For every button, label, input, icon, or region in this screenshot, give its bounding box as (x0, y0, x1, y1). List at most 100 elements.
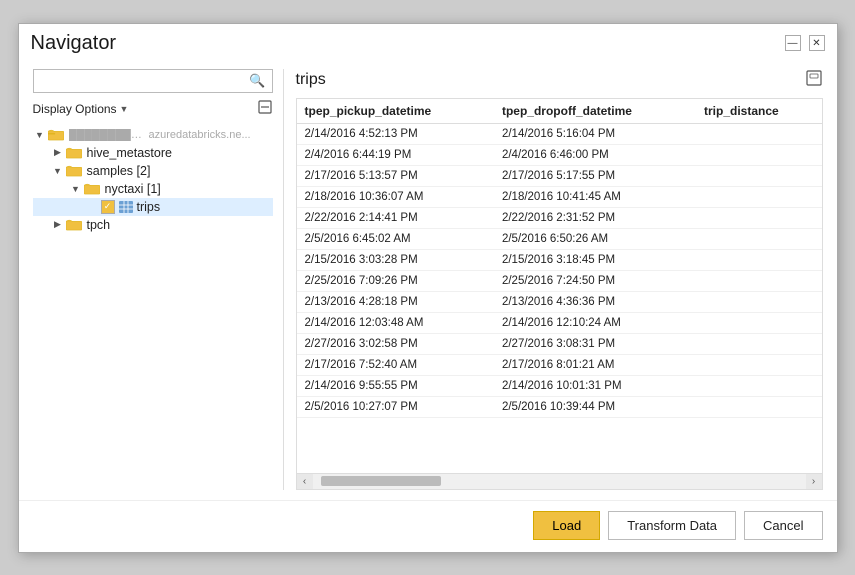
cell-dropoff: 2/14/2016 5:16:04 PM (494, 123, 696, 144)
col-header-pickup: tpep_pickup_datetime (297, 99, 494, 124)
search-icon: 🔍 (249, 73, 265, 89)
cell-dropoff: 2/17/2016 5:17:55 PM (494, 165, 696, 186)
cell-pickup: 2/25/2016 7:09:26 PM (297, 270, 494, 291)
cell-dropoff: 2/4/2016 6:46:00 PM (494, 144, 696, 165)
cell-distance (696, 291, 822, 312)
cell-pickup: 2/5/2016 10:27:07 PM (297, 396, 494, 417)
window-controls: — ✕ (785, 35, 825, 51)
tree-root-label: ████████████ (69, 129, 149, 141)
table-row: 2/15/2016 3:03:28 PM2/15/2016 3:18:45 PM (297, 249, 822, 270)
cell-distance (696, 354, 822, 375)
table-row: 2/14/2016 4:52:13 PM2/14/2016 5:16:04 PM (297, 123, 822, 144)
search-input[interactable] (40, 74, 246, 88)
tree-label-tpch: tpch (87, 218, 111, 232)
table-row: 2/22/2016 2:14:41 PM2/22/2016 2:31:52 PM (297, 207, 822, 228)
cell-dropoff: 2/13/2016 4:36:36 PM (494, 291, 696, 312)
table-row: 2/5/2016 10:27:07 PM2/5/2016 10:39:44 PM (297, 396, 822, 417)
cell-pickup: 2/5/2016 6:45:02 AM (297, 228, 494, 249)
cancel-button[interactable]: Cancel (744, 511, 822, 540)
preview-header: trips (296, 69, 823, 92)
cell-pickup: 2/15/2016 3:03:28 PM (297, 249, 494, 270)
refresh-icon-button[interactable] (257, 99, 273, 120)
footer: Load Transform Data Cancel (19, 500, 837, 552)
transform-data-button[interactable]: Transform Data (608, 511, 736, 540)
table-row: 2/27/2016 3:02:58 PM2/27/2016 3:08:31 PM (297, 333, 822, 354)
right-panel: trips tpep_pickup_datetime tpep_dropoff_… (283, 69, 823, 490)
cell-distance (696, 249, 822, 270)
cell-dropoff: 2/18/2016 10:41:45 AM (494, 186, 696, 207)
trips-checkbox[interactable]: ✓ (101, 200, 115, 214)
data-table-wrapper: tpep_pickup_datetime tpep_dropoff_dateti… (296, 98, 823, 474)
col-header-distance: trip_distance (696, 99, 822, 124)
load-button[interactable]: Load (533, 511, 600, 540)
left-panel: 🔍 Display Options ▼ (33, 69, 273, 490)
tree-toggle-tpch: ▶ (51, 219, 65, 230)
close-button[interactable]: ✕ (809, 35, 825, 51)
cell-dropoff: 2/17/2016 8:01:21 AM (494, 354, 696, 375)
table-body: 2/14/2016 4:52:13 PM2/14/2016 5:16:04 PM… (297, 123, 822, 417)
tree-item-samples[interactable]: ▼ samples [2] (33, 162, 273, 180)
table-icon-trips (119, 201, 133, 213)
cell-distance (696, 312, 822, 333)
table-row: 2/5/2016 6:45:02 AM2/5/2016 6:50:26 AM (297, 228, 822, 249)
minimize-button[interactable]: — (785, 35, 801, 51)
cell-pickup: 2/14/2016 9:55:55 PM (297, 375, 494, 396)
scroll-right-button[interactable]: › (806, 473, 822, 489)
refresh-icon (257, 99, 273, 115)
tree-item-tpch[interactable]: ▶ tpch (33, 216, 273, 234)
data-table: tpep_pickup_datetime tpep_dropoff_dateti… (297, 99, 822, 418)
cell-dropoff: 2/5/2016 6:50:26 AM (494, 228, 696, 249)
cell-pickup: 2/17/2016 7:52:40 AM (297, 354, 494, 375)
table-row: 2/14/2016 9:55:55 PM2/14/2016 10:01:31 P… (297, 375, 822, 396)
table-row: 2/17/2016 5:13:57 PM2/17/2016 5:17:55 PM (297, 165, 822, 186)
folder-icon-hive (65, 146, 83, 160)
tree-toggle-hive: ▶ (51, 147, 65, 158)
tree-toggle-root: ▼ (33, 130, 47, 140)
tree-item-nyctaxi[interactable]: ▼ nyctaxi [1] (33, 180, 273, 198)
window-title: Navigator (31, 32, 117, 55)
preview-expand-button[interactable] (805, 69, 823, 92)
cell-pickup: 2/27/2016 3:02:58 PM (297, 333, 494, 354)
cell-distance (696, 165, 822, 186)
table-row: 2/18/2016 10:36:07 AM2/18/2016 10:41:45 … (297, 186, 822, 207)
cell-pickup: 2/18/2016 10:36:07 AM (297, 186, 494, 207)
tree-label-nyctaxi: nyctaxi [1] (105, 182, 161, 196)
table-row: 2/17/2016 7:52:40 AM2/17/2016 8:01:21 AM (297, 354, 822, 375)
folder-icon-samples (65, 164, 83, 178)
tree-root-suffix: azuredatabricks.ne... (149, 129, 251, 141)
cell-distance (696, 123, 822, 144)
table-header-row: tpep_pickup_datetime tpep_dropoff_dateti… (297, 99, 822, 124)
table-row: 2/13/2016 4:28:18 PM2/13/2016 4:36:36 PM (297, 291, 822, 312)
tree-item-hive_metastore[interactable]: ▶ hive_metastore (33, 144, 273, 162)
tree-toggle-nyctaxi: ▼ (69, 184, 83, 194)
cell-distance (696, 144, 822, 165)
cell-dropoff: 2/25/2016 7:24:50 PM (494, 270, 696, 291)
table-row: 2/4/2016 6:44:19 PM2/4/2016 6:46:00 PM (297, 144, 822, 165)
cell-pickup: 2/4/2016 6:44:19 PM (297, 144, 494, 165)
navigator-window: Navigator — ✕ 🔍 Display Options ▼ (18, 23, 838, 553)
cell-dropoff: 2/14/2016 10:01:31 PM (494, 375, 696, 396)
cell-dropoff: 2/15/2016 3:18:45 PM (494, 249, 696, 270)
scroll-track (313, 474, 806, 489)
tree-label-hive: hive_metastore (87, 146, 172, 160)
cell-dropoff: 2/14/2016 12:10:24 AM (494, 312, 696, 333)
tree-label-trips: trips (137, 200, 161, 214)
table-row: 2/25/2016 7:09:26 PM2/25/2016 7:24:50 PM (297, 270, 822, 291)
cell-dropoff: 2/27/2016 3:08:31 PM (494, 333, 696, 354)
cell-dropoff: 2/22/2016 2:31:52 PM (494, 207, 696, 228)
folder-icon (47, 128, 65, 142)
display-options-row: Display Options ▼ (33, 99, 273, 120)
tree-item-trips[interactable]: ✓ trips (33, 198, 273, 216)
tree-label-samples: samples [2] (87, 164, 151, 178)
display-options-label: Display Options (33, 102, 117, 116)
content-area: 🔍 Display Options ▼ (19, 59, 837, 500)
cell-pickup: 2/22/2016 2:14:41 PM (297, 207, 494, 228)
scroll-thumb (321, 476, 441, 486)
cell-distance (696, 207, 822, 228)
cell-distance (696, 375, 822, 396)
tree-root-item[interactable]: ▼ ████████████ azuredatabricks.ne... (33, 126, 273, 144)
scroll-left-button[interactable]: ‹ (297, 473, 313, 489)
cell-distance (696, 333, 822, 354)
display-options-button[interactable]: Display Options ▼ (33, 102, 129, 116)
cell-distance (696, 396, 822, 417)
